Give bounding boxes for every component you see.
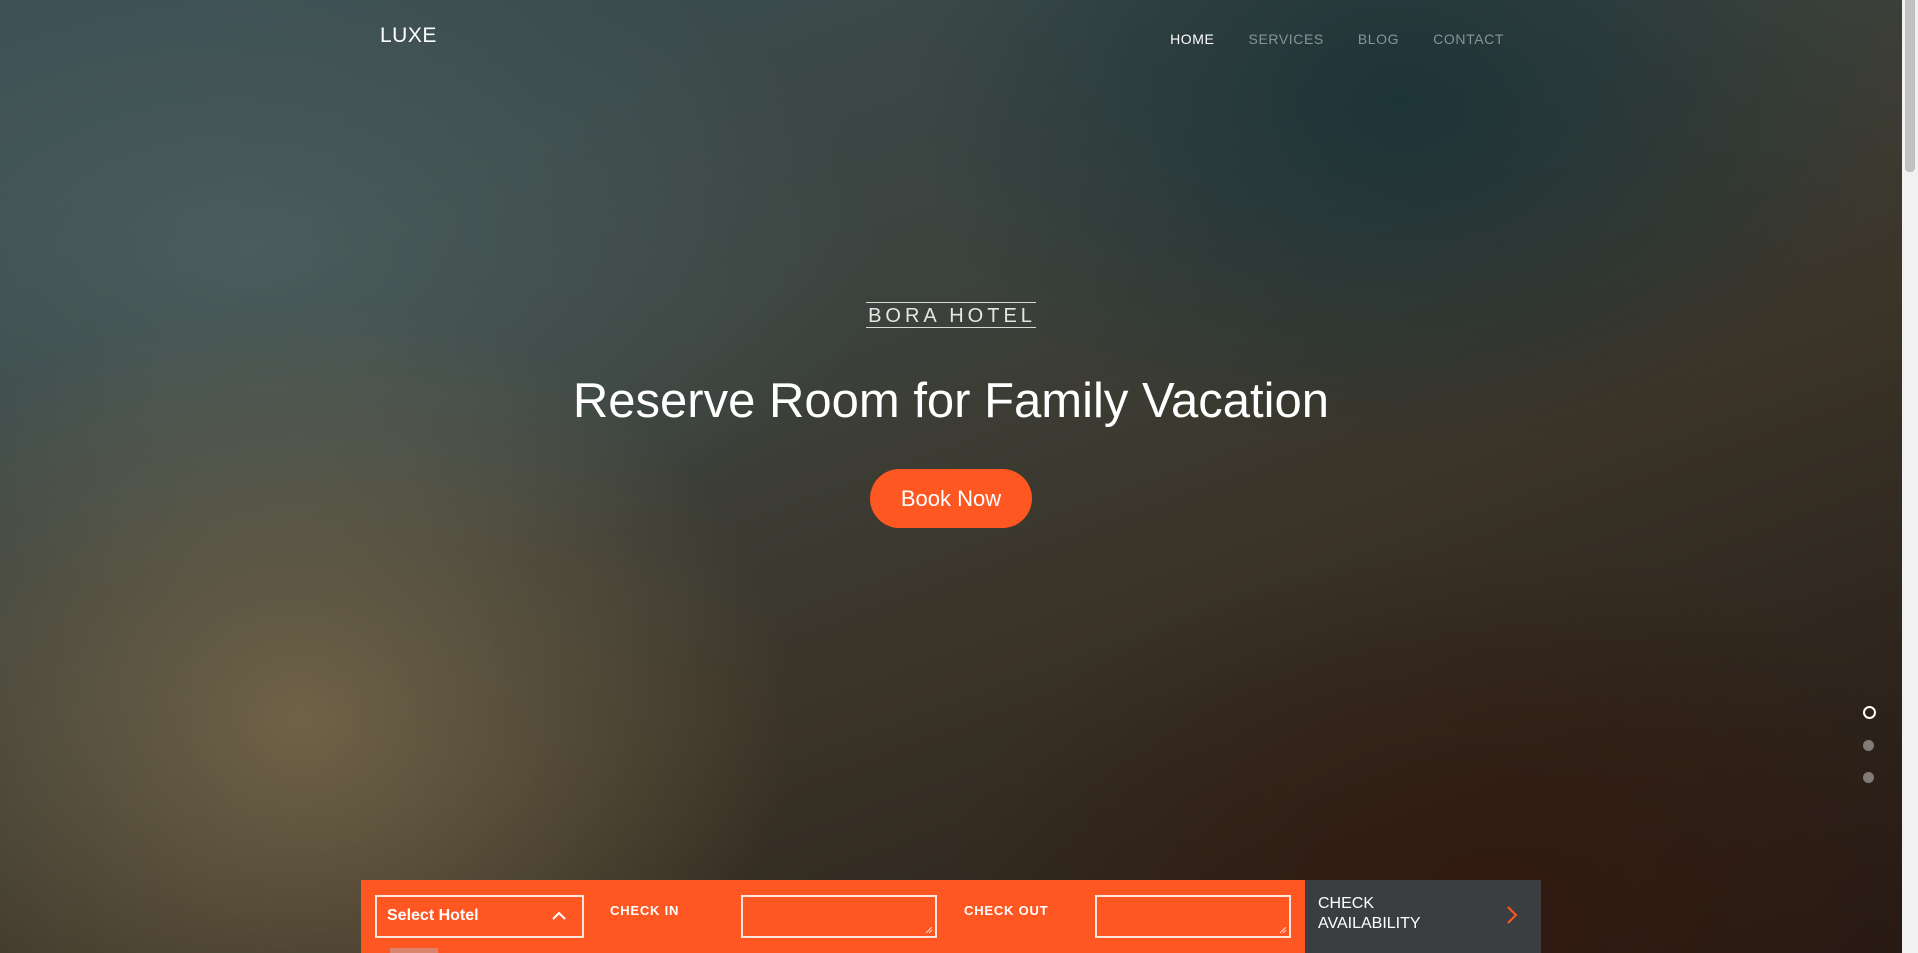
check-availability-label: CHECK AVAILABILITY: [1318, 895, 1421, 932]
resize-handle-icon: [1280, 927, 1286, 933]
hero-eyebrow: BORA HOTEL: [0, 302, 1902, 328]
booking-bar: Select Hotel CHECK IN CHECK OUT CHECK AV…: [361, 880, 1541, 953]
nav-item-home[interactable]: HOME: [1170, 31, 1214, 47]
chevron-up-icon: [552, 911, 566, 920]
nav-item-services[interactable]: SERVICES: [1249, 31, 1324, 47]
main-nav: HOME SERVICES BLOG CONTACT: [1170, 31, 1504, 47]
check-out-label: CHECK OUT: [964, 903, 1049, 918]
nav-item-contact[interactable]: CONTACT: [1433, 31, 1504, 47]
hero-eyebrow-text: BORA HOTEL: [866, 302, 1036, 328]
slider-pagination: [1862, 706, 1876, 804]
check-out-input[interactable]: [1095, 895, 1291, 938]
nav-item-blog[interactable]: BLOG: [1358, 31, 1399, 47]
booking-form: Select Hotel CHECK IN CHECK OUT: [361, 880, 1305, 953]
select-hotel-dropdown[interactable]: Select Hotel: [375, 895, 584, 938]
page-scrollbar[interactable]: [1902, 0, 1918, 953]
select-hotel-label: Select Hotel: [387, 907, 479, 924]
hero-headline: Reserve Room for Family Vacation: [572, 374, 1330, 428]
site-logo[interactable]: LUXE: [380, 24, 437, 48]
resize-handle-icon: [926, 927, 932, 933]
slide-progress-indicator: [390, 948, 438, 953]
hero-cta-wrap: Book Now: [0, 469, 1902, 528]
slider-dot-3[interactable]: [1863, 772, 1874, 783]
slider-dot-2[interactable]: [1863, 740, 1874, 751]
scrollbar-thumb[interactable]: [1905, 0, 1915, 172]
chevron-right-icon: [1507, 906, 1518, 924]
check-in-label: CHECK IN: [610, 903, 680, 918]
slider-dot-1[interactable]: [1863, 706, 1876, 719]
book-now-button[interactable]: Book Now: [869, 469, 1033, 528]
check-in-input[interactable]: [741, 895, 937, 938]
check-availability-button[interactable]: CHECK AVAILABILITY: [1305, 880, 1541, 953]
